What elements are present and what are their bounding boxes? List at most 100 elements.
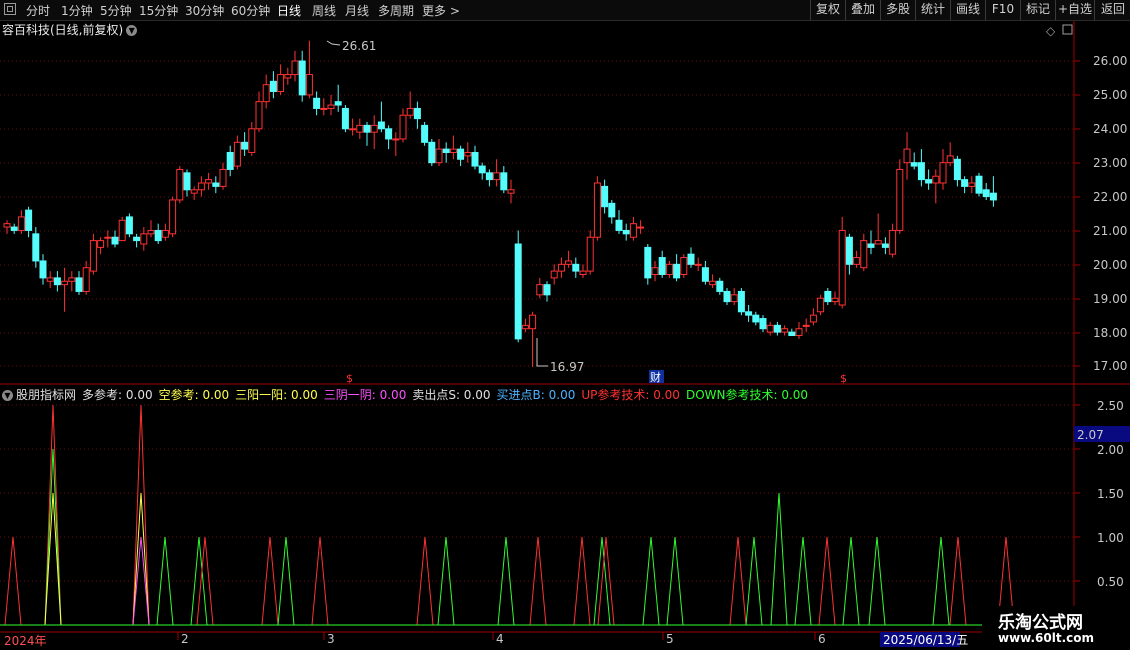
candle-body: [154, 229, 162, 242]
candle-body: [608, 202, 616, 218]
indicator-name[interactable]: 股朋指标网: [16, 388, 76, 402]
indicator-header: ▼ 股朋指标网 多参考: 0.00 空参考: 0.00 三阳一阳: 0.00 三阴一阴: …: [2, 386, 820, 403]
watermark: 乐淘公式网 www.60lt.com: [982, 606, 1130, 650]
chevron-down-icon[interactable]: ▼: [2, 390, 13, 401]
candle-body: [176, 168, 184, 201]
candle-body: [46, 277, 54, 282]
candle-body: [759, 318, 767, 330]
chart-frame: [0, 21, 1130, 633]
candle-body: [493, 172, 501, 181]
candle-body: [3, 223, 11, 228]
candle-body: [25, 209, 33, 231]
candle-body: [320, 107, 328, 110]
indicator-item: DOWN参考技术: 0.00: [685, 388, 809, 402]
candle-body: [917, 162, 925, 181]
candle-body: [377, 121, 385, 130]
candle-body: [831, 297, 839, 303]
candle-body: [313, 97, 321, 109]
candle-body: [989, 192, 997, 201]
cursor-value: 2.07: [1077, 428, 1104, 442]
candle-body: [788, 331, 796, 337]
candle-body: [500, 172, 508, 191]
indicator-item: UP参考技术: 0.00: [581, 388, 680, 402]
candle-body: [709, 280, 717, 286]
price-tick-20: 20.00: [1093, 258, 1127, 272]
price-tick-18: 18.00: [1093, 326, 1127, 340]
indicator-item: 空参考: 0.00: [158, 388, 230, 402]
candle-body: [392, 138, 400, 141]
chart-canvas[interactable]: 26.00 25.00 24.00 23.00 22.00 21.00 20.0…: [0, 0, 1130, 650]
candle-body: [651, 267, 659, 276]
candle-body: [896, 168, 904, 231]
ind-tick-250: 2.50: [1097, 399, 1124, 413]
candle-body: [593, 182, 601, 238]
candle-body: [212, 182, 220, 187]
candle-body: [550, 270, 558, 279]
candle-body: [140, 233, 148, 245]
time-label-feb: 2: [181, 632, 189, 646]
candle-body: [975, 175, 983, 194]
candle-body: [421, 124, 429, 143]
candle-body: [284, 74, 292, 79]
candle-body: [874, 240, 882, 245]
finance-marker[interactable]: 财: [650, 370, 661, 384]
candle-body: [17, 216, 25, 231]
candle-body: [622, 229, 630, 235]
dividend-marker[interactable]: $: [840, 372, 847, 385]
candle-body: [219, 168, 227, 187]
candle-body: [413, 107, 421, 120]
candle-body: [961, 179, 969, 187]
candle-body: [507, 189, 515, 194]
candle-body: [665, 263, 673, 276]
price-tick-17: 17.00: [1093, 359, 1127, 373]
candle-body: [111, 236, 119, 245]
candle-body: [644, 246, 652, 279]
candle-body: [428, 141, 436, 164]
candle-body: [233, 141, 241, 167]
candle-body: [536, 284, 544, 296]
candle-body: [925, 179, 933, 184]
candle-body: [262, 84, 270, 103]
candle-body: [485, 172, 493, 181]
candle-body: [781, 328, 789, 333]
candle-body: [82, 267, 90, 292]
candlesticks: [3, 40, 997, 368]
candle-body: [356, 124, 364, 133]
candle-body: [889, 229, 897, 255]
candle-body: [125, 216, 133, 235]
candle-body: [298, 60, 306, 96]
candle-body: [385, 128, 393, 140]
candle-body: [118, 219, 126, 242]
ind-tick-150: 1.50: [1097, 487, 1124, 501]
candle-body: [752, 314, 760, 323]
candle-body: [529, 314, 537, 330]
dividend-marker[interactable]: $: [346, 372, 353, 385]
candle-body: [773, 324, 781, 333]
candle-body: [860, 240, 868, 269]
diamond-icon[interactable]: ◇: [1046, 24, 1056, 38]
candle-body: [133, 236, 141, 242]
candle-body: [399, 114, 407, 140]
candle-body: [305, 74, 313, 96]
indicator-item: 买进点B: 0.00: [496, 388, 576, 402]
candle-body: [147, 229, 155, 235]
maximize-icon[interactable]: [1062, 24, 1073, 35]
time-label-apr: 4: [496, 632, 504, 646]
candle-body: [543, 284, 551, 296]
candle-body: [205, 179, 213, 184]
cursor-date: 2025/06/13/五: [883, 633, 968, 647]
candle-body: [946, 155, 954, 164]
price-tick-23: 23.00: [1093, 156, 1127, 170]
candle-body: [457, 148, 465, 160]
price-grid: [0, 60, 1080, 582]
candle-body: [269, 80, 277, 93]
high-price-label: 26.61: [342, 39, 376, 53]
candle-body: [982, 189, 990, 198]
candle-body: [565, 260, 573, 265]
candle-body: [932, 175, 940, 184]
watermark-url: www.60lt.com: [998, 631, 1095, 645]
candle-body: [197, 182, 205, 191]
candle-body: [601, 185, 609, 208]
candle-body: [867, 243, 875, 248]
candle-body: [737, 290, 745, 313]
